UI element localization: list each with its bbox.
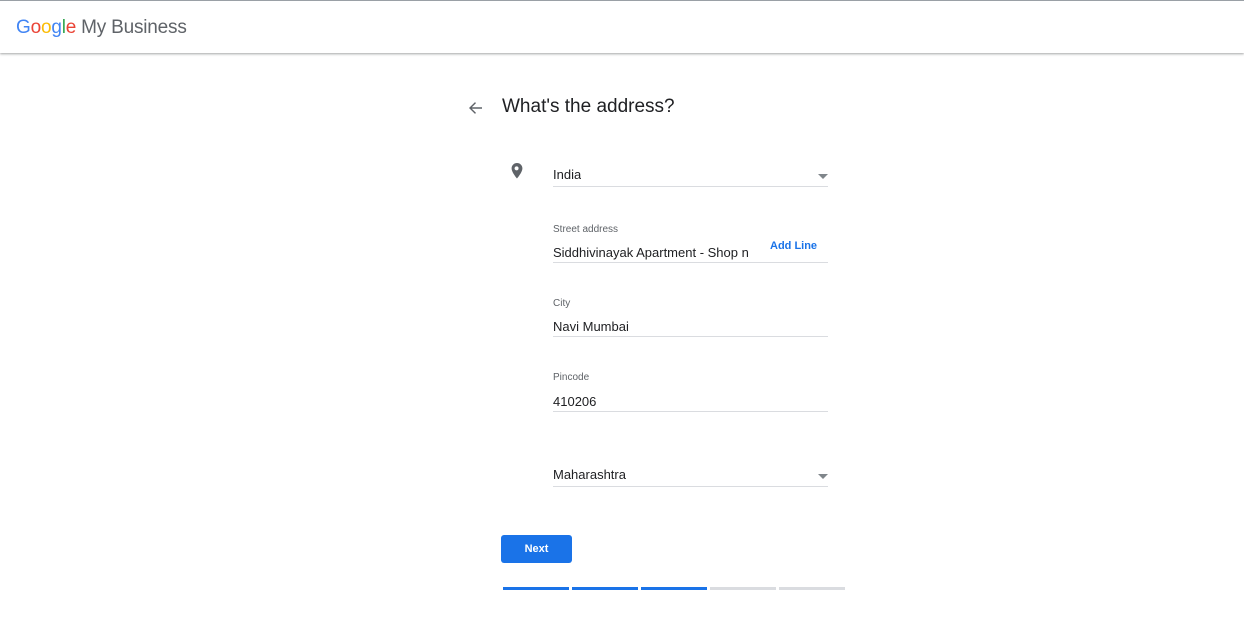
top-app-bar: Google My Business [0,0,1244,53]
city-label: City [553,298,571,309]
progress-step-complete [503,587,569,590]
logo-letter: e [65,17,77,38]
progress-step-complete [641,587,707,590]
logo-letter: o [40,17,52,38]
pincode-input[interactable]: 410206 [553,394,596,409]
caret-down-icon [818,474,828,479]
street-address-label: Street address [553,224,619,235]
logo-letter: o [30,17,42,38]
arrow-back-icon [469,102,482,114]
back-button[interactable] [464,96,488,120]
product-name: My Business [81,17,187,38]
state-value: Maharashtra [553,467,626,482]
progress-step-complete [572,587,638,590]
city-input[interactable]: Navi Mumbai [553,319,629,334]
state-select[interactable]: Maharashtra [553,458,828,487]
progress-step-pending [710,587,776,590]
add-line-button[interactable]: Add Line [770,240,817,252]
country-select[interactable]: India [553,158,828,187]
country-value: India [553,167,582,182]
logo-letter: g [51,17,62,38]
city-field[interactable]: City Navi Mumbai [553,296,828,337]
pincode-label: Pincode [553,372,590,383]
logo-letter: G [16,17,31,38]
step-progress-bar [503,587,845,590]
next-button[interactable]: Next [501,535,572,563]
street-address-input[interactable]: Siddhivinayak Apartment - Shop nc [553,245,749,260]
location-pin-icon [511,163,523,179]
progress-step-pending [779,587,845,590]
caret-down-icon [818,174,828,179]
pincode-field[interactable]: Pincode 410206 [553,370,828,412]
google-my-business-logo[interactable]: Google My Business [16,17,187,39]
page-title: What's the address? [502,96,675,117]
